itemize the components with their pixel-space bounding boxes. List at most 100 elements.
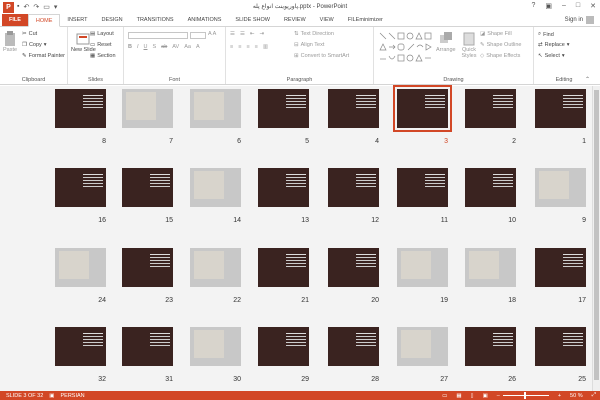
slideshow-view-icon[interactable]: ▣	[483, 393, 488, 399]
slide-thumbnail[interactable]	[465, 168, 516, 207]
copy-button[interactable]: ❐ Copy ▾	[22, 42, 47, 48]
char-spacing-icon[interactable]: AV	[172, 44, 179, 50]
slide-thumbnail[interactable]	[465, 248, 516, 287]
tab-home[interactable]: HOME	[27, 14, 61, 27]
slide-thumbnail[interactable]	[122, 89, 173, 128]
text-direction-button[interactable]: ⇅ Text Direction	[294, 31, 334, 37]
collapse-ribbon-icon[interactable]: ⌃	[585, 76, 590, 83]
slide-thumbnail[interactable]	[465, 89, 516, 128]
columns-icon[interactable]: ▥	[263, 44, 268, 50]
ribbon-display-icon[interactable]: ▣	[545, 2, 552, 10]
slide-thumbnail[interactable]	[328, 89, 379, 128]
slide-thumbnail[interactable]	[190, 168, 241, 207]
sign-in[interactable]: Sign in	[565, 16, 594, 24]
font-family-field[interactable]	[128, 32, 188, 39]
slide-thumbnail[interactable]	[328, 248, 379, 287]
slide-thumbnail[interactable]	[393, 85, 452, 132]
slide-thumbnail[interactable]	[122, 327, 173, 366]
slide-thumbnail[interactable]	[397, 248, 448, 287]
italic-icon[interactable]: I	[137, 44, 139, 50]
slide-thumbnail[interactable]	[535, 327, 586, 366]
slide-thumbnail[interactable]	[465, 327, 516, 366]
tab-view[interactable]: VIEW	[313, 14, 341, 26]
slide-thumbnail[interactable]	[190, 248, 241, 287]
numbering-icon[interactable]: ☰	[240, 31, 245, 37]
bold-icon[interactable]: B	[128, 44, 132, 50]
justify-icon[interactable]: ≡	[255, 44, 258, 50]
strikethrough-icon[interactable]: ab	[161, 44, 167, 50]
help-icon[interactable]: ?	[531, 2, 535, 10]
slide-thumbnail[interactable]	[55, 89, 106, 128]
shape-fill-button[interactable]: ◪ Shape Fill	[480, 31, 512, 37]
tab-design[interactable]: DESIGN	[95, 14, 130, 26]
zoom-level[interactable]: 50 %	[570, 393, 583, 399]
select-button[interactable]: ↖ Select ▾	[538, 53, 565, 59]
fit-to-window-icon[interactable]: ⤢	[592, 392, 596, 399]
slide-thumbnail[interactable]	[535, 248, 586, 287]
zoom-out-icon[interactable]: –	[497, 393, 500, 399]
zoom-slider-knob[interactable]	[523, 392, 526, 399]
find-button[interactable]: ⌕ Find	[538, 31, 554, 38]
scrollbar-thumb[interactable]	[594, 90, 599, 380]
minimize-icon[interactable]: –	[562, 2, 566, 10]
decrease-indent-icon[interactable]: ⇤	[250, 31, 255, 37]
tab-insert[interactable]: INSERT	[60, 14, 94, 26]
slide-thumbnail[interactable]	[55, 168, 106, 207]
font-size-buttons[interactable]: A A	[208, 31, 216, 37]
normal-view-icon[interactable]: ▭	[442, 393, 447, 399]
reading-view-icon[interactable]: ▯	[471, 393, 474, 399]
slide-thumbnail[interactable]	[190, 89, 241, 128]
tab-review[interactable]: REVIEW	[277, 14, 313, 26]
shape-outline-button[interactable]: ✎ Shape Outline	[480, 42, 521, 48]
slide-sorter-view-icon[interactable]: ▦	[456, 393, 461, 399]
section-button[interactable]: ▦ Section	[90, 53, 116, 59]
slide-thumbnail[interactable]	[55, 248, 106, 287]
slide-thumbnail[interactable]	[535, 168, 586, 207]
quick-styles-button[interactable]: Quick Styles	[458, 31, 480, 59]
tab-slide-show[interactable]: SLIDE SHOW	[228, 14, 277, 26]
slide-thumbnail[interactable]	[258, 248, 309, 287]
font-color-icon[interactable]: A	[196, 44, 200, 50]
slide-thumbnail[interactable]	[535, 89, 586, 128]
vertical-scrollbar[interactable]	[592, 86, 600, 391]
proofing-icon[interactable]: ▣	[49, 393, 54, 399]
slide-thumbnail[interactable]	[328, 327, 379, 366]
slide-thumbnail[interactable]	[328, 168, 379, 207]
convert-smartart-button[interactable]: ⊞ Convert to SmartArt	[294, 53, 349, 59]
slide-thumbnail[interactable]	[258, 89, 309, 128]
tab-animations[interactable]: ANIMATIONS	[181, 14, 229, 26]
close-icon[interactable]: ✕	[590, 2, 596, 10]
align-center-icon[interactable]: ≡	[238, 44, 241, 50]
format-painter-button[interactable]: ✎ Format Painter	[22, 53, 65, 59]
tab-file[interactable]: FILE	[2, 14, 28, 26]
change-case-icon[interactable]: Aa	[184, 44, 191, 50]
zoom-slider[interactable]	[502, 392, 549, 399]
align-text-button[interactable]: ⊟ Align Text	[294, 42, 324, 48]
reset-button[interactable]: ▭ Reset	[90, 42, 112, 48]
align-right-icon[interactable]: ≡	[246, 44, 249, 50]
font-size-field[interactable]	[190, 32, 206, 39]
slide-thumbnail[interactable]	[55, 327, 106, 366]
zoom-in-icon[interactable]: +	[558, 393, 561, 399]
maximize-icon[interactable]: □	[576, 2, 580, 10]
shape-effects-button[interactable]: ◇ Shape Effects	[480, 53, 520, 59]
slide-thumbnail[interactable]	[397, 327, 448, 366]
align-left-icon[interactable]: ≡	[230, 44, 233, 50]
shapes-gallery[interactable]	[378, 31, 432, 63]
layout-button[interactable]: ▤ Layout	[90, 31, 114, 37]
slide-thumbnail[interactable]	[122, 168, 173, 207]
slide-thumbnail[interactable]	[190, 327, 241, 366]
cut-button[interactable]: ✂ Cut	[22, 31, 37, 37]
language-indicator[interactable]: PERSIAN	[61, 393, 85, 399]
slide-thumbnail[interactable]	[397, 168, 448, 207]
slide-thumbnail[interactable]	[258, 168, 309, 207]
tab-fileminimizer[interactable]: FILEminimizer	[341, 14, 390, 26]
replace-button[interactable]: ⇄ Replace ▾	[538, 42, 570, 48]
increase-indent-icon[interactable]: ⇥	[259, 31, 264, 37]
shadow-icon[interactable]: S	[153, 44, 157, 50]
underline-icon[interactable]: U	[144, 44, 148, 50]
paste-button[interactable]: Paste	[3, 31, 17, 53]
slide-thumbnail[interactable]	[122, 248, 173, 287]
arrange-button[interactable]: Arrange	[436, 31, 456, 53]
bullets-icon[interactable]: ☰	[230, 31, 235, 37]
